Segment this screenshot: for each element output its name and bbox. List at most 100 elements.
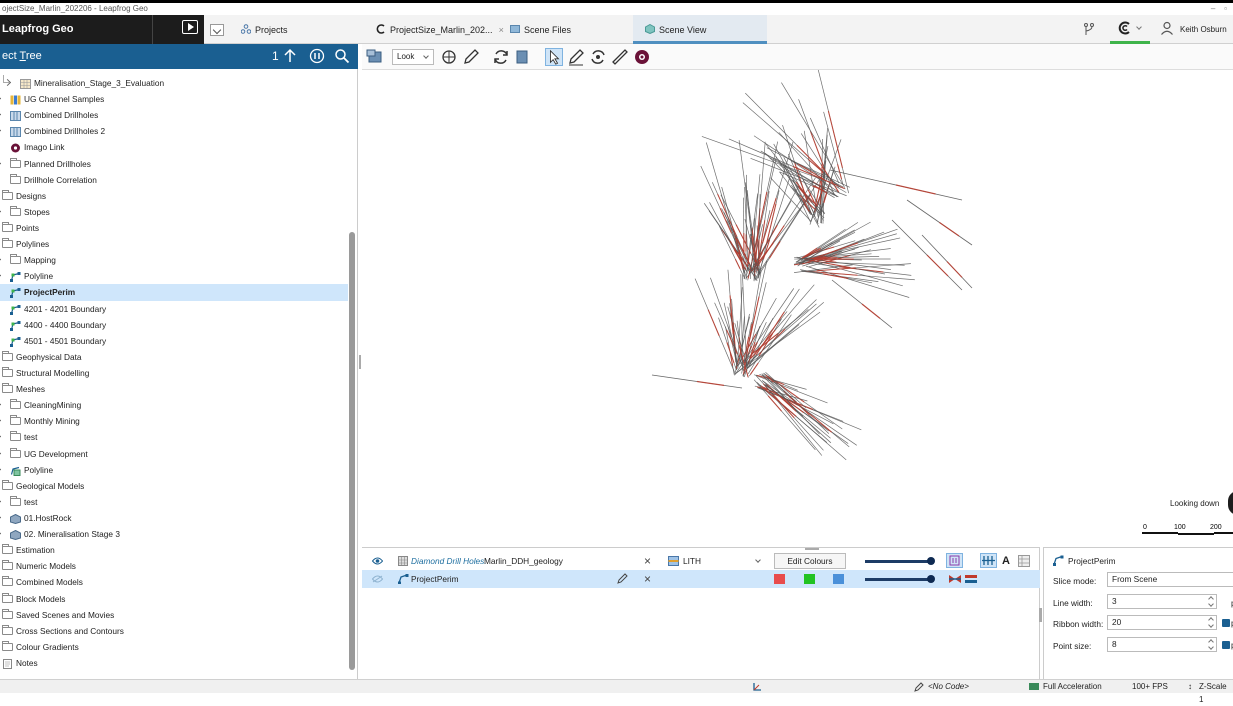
- tree-item[interactable]: Drillhole Correlation: [0, 172, 348, 188]
- tree-item[interactable]: Geological Models: [0, 478, 348, 494]
- line-colour-swatch[interactable]: [774, 574, 785, 584]
- chevron-right-icon[interactable]: [0, 95, 1, 102]
- label-toggle-icon[interactable]: A: [1002, 552, 1010, 570]
- transparency-slider[interactable]: [865, 560, 933, 563]
- window-controls[interactable]: – ▫: [1211, 3, 1227, 15]
- tree-item[interactable]: 02. Mineralisation Stage 3: [0, 526, 348, 542]
- tree-item[interactable]: UG Channel Samples: [0, 91, 348, 107]
- ribbon-style-icon[interactable]: [949, 575, 961, 583]
- tree-item[interactable]: Planned Drillholes: [0, 156, 348, 172]
- measure-icon[interactable]: [589, 48, 607, 66]
- colour-column-dropdown[interactable]: LITH: [664, 552, 766, 570]
- chevron-right-icon[interactable]: [0, 256, 1, 263]
- tree-item[interactable]: 4501 - 4501 Boundary: [0, 333, 348, 349]
- tree-scrollbar[interactable]: [349, 232, 355, 670]
- chevron-right-icon[interactable]: [0, 466, 1, 473]
- slicer-icon[interactable]: [514, 48, 532, 66]
- point-size-input[interactable]: 8: [1107, 637, 1217, 652]
- draw-icon[interactable]: [462, 48, 480, 66]
- tree-item[interactable]: 4201 - 4201 Boundary: [0, 301, 348, 317]
- edit-colours-button[interactable]: Edit Colours: [774, 553, 846, 569]
- select-tool-button[interactable]: [545, 48, 563, 66]
- tree-item[interactable]: Estimation: [0, 542, 348, 558]
- menu-dropdown-button[interactable]: [210, 24, 224, 36]
- chevron-right-icon[interactable]: [0, 127, 1, 134]
- tree-item[interactable]: Structural Modelling: [0, 365, 348, 381]
- chevron-right-icon[interactable]: [0, 449, 1, 456]
- branch-icon[interactable]: [1083, 23, 1095, 36]
- close-icon[interactable]: ×: [499, 25, 504, 35]
- tree-item[interactable]: UG Development: [0, 446, 348, 462]
- chevron-right-icon[interactable]: [4, 79, 11, 86]
- slice-mode-dropdown[interactable]: From Scene: [1107, 572, 1233, 587]
- rotate-icon[interactable]: [440, 48, 458, 66]
- point-pixels-checkbox[interactable]: [1222, 641, 1230, 649]
- ruler-icon[interactable]: [611, 48, 629, 66]
- tree-item[interactable]: test: [0, 429, 348, 445]
- play-button[interactable]: [152, 15, 204, 44]
- tree-item[interactable]: Combined Drillholes 2: [0, 123, 348, 139]
- cloud-sync-button[interactable]: [1110, 15, 1150, 44]
- pen-icon[interactable]: [567, 48, 585, 66]
- shape-list-row[interactable]: ProjectPerim ×: [362, 570, 1040, 588]
- tree-item[interactable]: Imago Link: [0, 139, 348, 155]
- tree-item[interactable]: 01.HostRock: [0, 510, 348, 526]
- chevron-right-icon[interactable]: [0, 208, 1, 215]
- eye-icon[interactable]: [372, 557, 383, 565]
- tree-item[interactable]: ProjectPerim: [0, 284, 348, 300]
- imago-icon[interactable]: [633, 48, 651, 66]
- tab-project-file[interactable]: ProjectSize_Marlin_202...×: [376, 15, 504, 44]
- tree-item[interactable]: Polylines: [0, 236, 348, 252]
- tree-item[interactable]: Colour Gradients: [0, 639, 348, 655]
- shape-list-grip[interactable]: [805, 548, 819, 550]
- transparency-slider[interactable]: [865, 578, 933, 581]
- ribbon-colour-swatch[interactable]: [804, 574, 815, 584]
- zscale-status[interactable]: Z-Scale 1: [1199, 680, 1233, 706]
- tree-item[interactable]: Monthly Mining: [0, 413, 348, 429]
- chevron-right-icon[interactable]: [0, 417, 1, 424]
- table-icon[interactable]: [1018, 555, 1030, 567]
- chevron-right-icon[interactable]: [0, 272, 1, 279]
- tree-item[interactable]: Geophysical Data: [0, 349, 348, 365]
- tab-projects[interactable]: Projects: [241, 15, 288, 44]
- tree-item[interactable]: CleaningMining: [0, 397, 348, 413]
- spinner-icon[interactable]: [1209, 596, 1214, 607]
- tree-item[interactable]: Saved Scenes and Movies: [0, 607, 348, 623]
- tree-item[interactable]: Block Models: [0, 591, 348, 607]
- tree-item[interactable]: Mapping: [0, 252, 348, 268]
- panel-splitter-vertical[interactable]: [1039, 608, 1042, 622]
- chevron-right-icon[interactable]: [0, 530, 1, 537]
- tree-item[interactable]: 4400 - 4400 Boundary: [0, 317, 348, 333]
- chevron-right-icon[interactable]: [0, 111, 1, 118]
- ribbon-pixels-checkbox[interactable]: [1222, 619, 1230, 627]
- tab-scene-files[interactable]: Scene Files: [510, 15, 571, 44]
- tree-item[interactable]: Designs: [0, 188, 348, 204]
- legend-toggle-button[interactable]: [946, 553, 963, 568]
- ribbon-width-input[interactable]: 20: [1107, 615, 1217, 630]
- tree-item[interactable]: Combined Models: [0, 574, 348, 590]
- remove-icon[interactable]: ×: [644, 570, 651, 588]
- tree-item[interactable]: Combined Drillholes: [0, 107, 348, 123]
- tree-item[interactable]: Points: [0, 220, 348, 236]
- tree-item[interactable]: Stopes: [0, 204, 348, 220]
- eye-hidden-icon[interactable]: [372, 575, 383, 583]
- chevron-right-icon[interactable]: [0, 160, 1, 167]
- tab-scene-view[interactable]: Scene View: [633, 15, 767, 44]
- sort-up-icon[interactable]: [282, 48, 298, 64]
- look-dropdown[interactable]: Look: [392, 49, 434, 65]
- point-colour-swatch[interactable]: [833, 574, 844, 584]
- chevron-right-icon[interactable]: [0, 498, 1, 505]
- line-style-icon[interactable]: [965, 575, 977, 583]
- user-account[interactable]: Keith Osburn: [1160, 15, 1227, 44]
- chevron-right-icon[interactable]: [0, 433, 1, 440]
- spinner-icon[interactable]: [1209, 617, 1214, 628]
- panel-splitter[interactable]: [359, 355, 361, 369]
- tree-item[interactable]: Numeric Models: [0, 558, 348, 574]
- chevron-right-icon[interactable]: [0, 401, 1, 408]
- chevron-right-icon[interactable]: [0, 514, 1, 521]
- tree-item[interactable]: Mineralisation_Stage_3_Evaluation: [0, 75, 348, 91]
- spinner-icon[interactable]: [1209, 639, 1214, 650]
- reset-view-icon[interactable]: [492, 48, 510, 66]
- tree-item[interactable]: test: [0, 494, 348, 510]
- tree-item[interactable]: Polyline: [0, 462, 348, 478]
